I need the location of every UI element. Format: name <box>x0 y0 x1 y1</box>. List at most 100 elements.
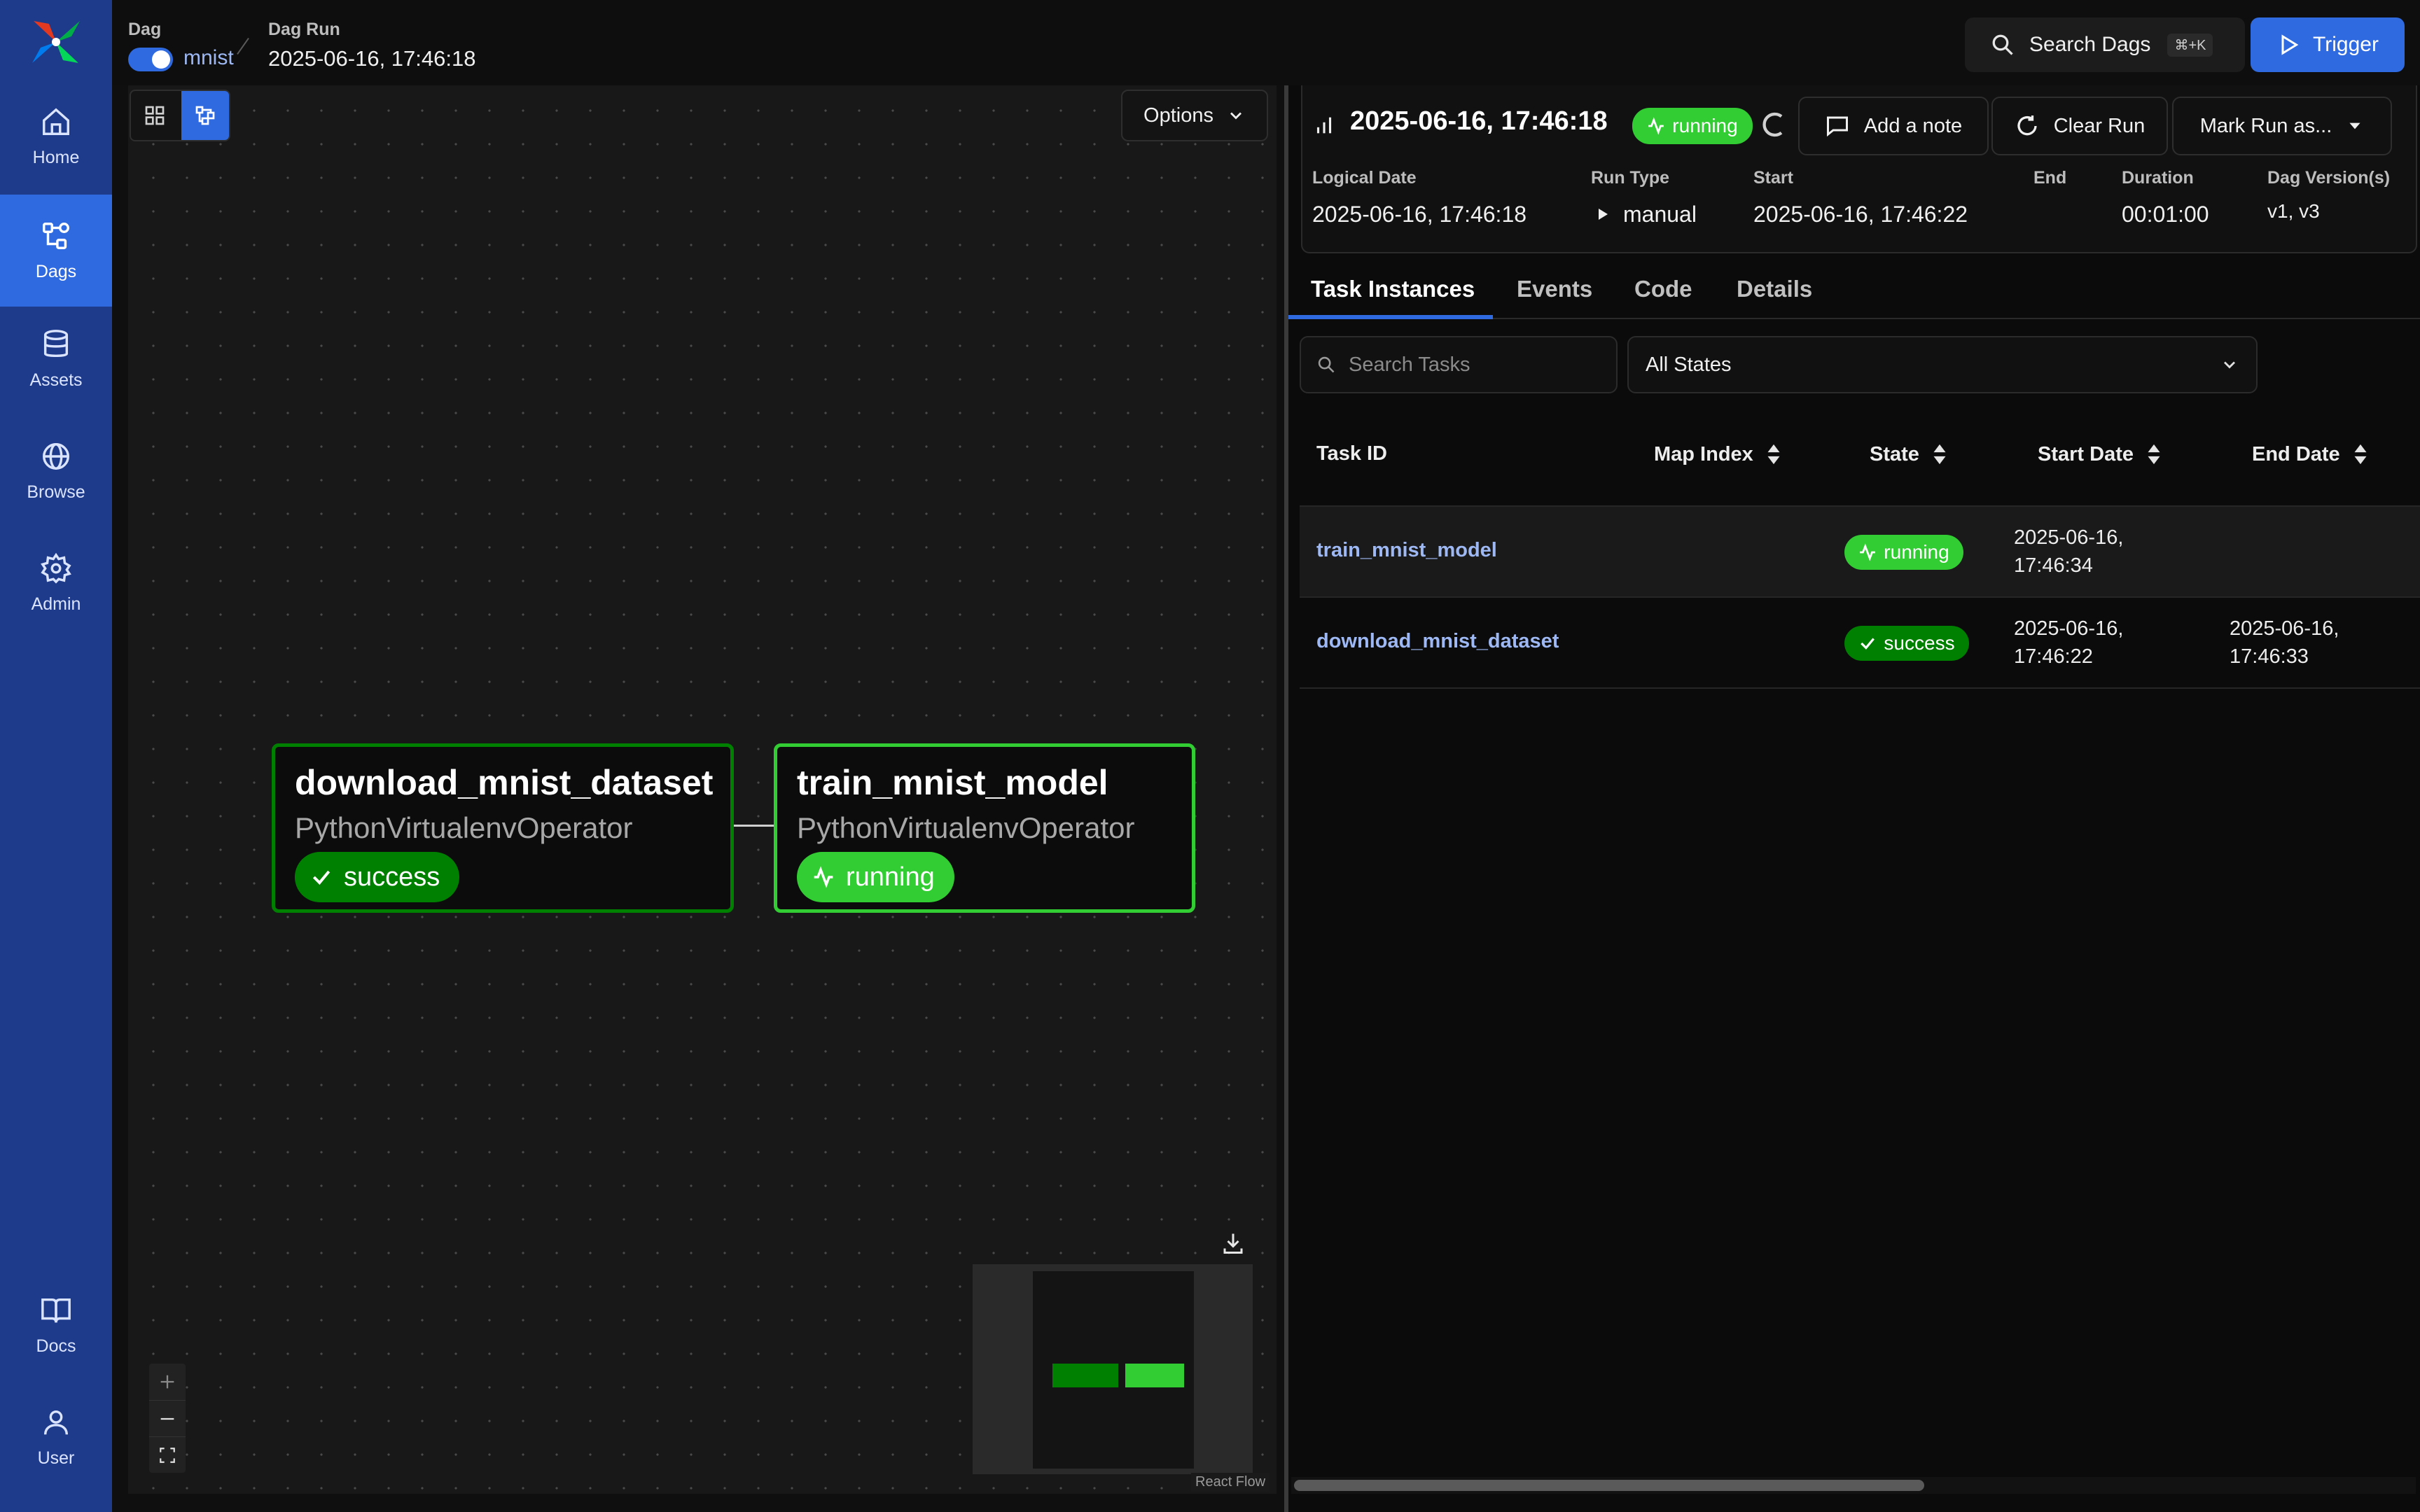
logical-date-label: Logical Date <box>1312 168 1417 188</box>
breadcrumb-run-label: Dag Run <box>268 20 340 39</box>
start-date-line-2: 17:46:34 <box>2014 554 2093 577</box>
status-badge: running <box>797 852 954 902</box>
run-status-label: running <box>1672 115 1738 136</box>
breadcrumb-dag-label: Dag <box>128 20 162 39</box>
task-node-download-mnist-dataset[interactable]: download_mnist_dataset PythonVirtualenvO… <box>272 743 734 913</box>
start-date-cell: 2025-06-16, 17:46:34 <box>2014 524 2123 580</box>
tab-details[interactable]: Details <box>1737 276 1812 302</box>
airflow-logo[interactable] <box>28 17 84 67</box>
sidebar-item-label: Admin <box>31 594 81 614</box>
sidebar-item-admin[interactable]: Admin <box>0 531 112 636</box>
caret-down-icon <box>2349 122 2360 130</box>
sidebar-item-user[interactable]: User <box>0 1385 112 1490</box>
minimap[interactable] <box>973 1264 1253 1474</box>
column-end-date[interactable]: End Date <box>2252 442 2370 466</box>
message-icon <box>1826 116 1848 137</box>
react-flow-attribution[interactable]: React Flow <box>1191 1473 1270 1492</box>
graph-view-button[interactable] <box>181 91 229 140</box>
search-icon <box>1992 34 2013 55</box>
task-node-title: train_mnist_model <box>797 763 1108 802</box>
state-filter-select[interactable]: All States <box>1627 336 2258 393</box>
task-node-operator: PythonVirtualenvOperator <box>295 811 633 844</box>
fit-view-button[interactable] <box>149 1436 186 1474</box>
active-tab-indicator <box>1288 315 1493 319</box>
sidebar-item-dags[interactable]: Dags <box>0 195 112 307</box>
sidebar-item-label: Home <box>32 147 80 167</box>
minus-icon <box>160 1418 174 1420</box>
column-label: Start Date <box>2038 442 2134 465</box>
zoom-out-button[interactable] <box>149 1400 186 1437</box>
duration-label: Duration <box>2122 168 2194 188</box>
task-id-link[interactable]: train_mnist_model <box>1316 539 1497 562</box>
search-shortcut: ⌘+K <box>2167 33 2213 57</box>
search-tasks-input[interactable]: Search Tasks <box>1300 336 1618 393</box>
scrollbar-thumb[interactable] <box>1294 1480 1924 1491</box>
status-badge: success <box>1844 626 1969 661</box>
minimap-node-download <box>1052 1364 1118 1387</box>
tab-code[interactable]: Code <box>1634 276 1692 302</box>
sidebar-item-browse[interactable]: Browse <box>0 419 112 524</box>
check-icon <box>1861 638 1875 650</box>
search-dags-label: Search Dags <box>2029 33 2151 56</box>
check-icon <box>312 870 331 885</box>
database-icon <box>43 329 69 357</box>
add-note-label: Add a note <box>1863 114 1963 137</box>
status-badge: running <box>1844 535 1963 570</box>
dag-pause-toggle[interactable] <box>128 48 173 71</box>
sidebar-item-docs[interactable]: Docs <box>0 1273 112 1378</box>
user-icon <box>43 1410 69 1434</box>
gear-icon <box>41 552 71 584</box>
clear-run-button[interactable]: Clear Run <box>1991 97 2168 155</box>
graph-canvas[interactable]: Options download_mnist_dataset PythonVir… <box>128 85 1277 1494</box>
options-label: Options <box>1143 104 1214 127</box>
end-date-line-2: 17:46:33 <box>2230 645 2309 668</box>
breadcrumb-separator <box>237 37 249 55</box>
graph-view-icon <box>195 106 215 125</box>
breadcrumb-run-value: 2025-06-16, 17:46:18 <box>268 46 476 71</box>
breadcrumb-dag-link[interactable]: mnist <box>183 46 234 70</box>
horizontal-scrollbar[interactable] <box>1291 1477 2416 1494</box>
download-image-button[interactable] <box>1221 1231 1249 1259</box>
column-start-date[interactable]: Start Date <box>2038 442 2163 466</box>
sidebar-item-assets[interactable]: Assets <box>0 307 112 412</box>
chevron-down-icon <box>1230 112 1242 120</box>
run-details-panel: 2025-06-16, 17:46:18 running Add a note … <box>1288 85 2420 1512</box>
search-icon <box>1318 356 1335 373</box>
status-label: running <box>1884 541 1949 563</box>
options-button[interactable]: Options <box>1121 90 1268 141</box>
graph-edge <box>732 825 775 827</box>
sort-icon <box>1767 444 1780 465</box>
play-icon <box>1594 206 1611 226</box>
task-node-train-mnist-model[interactable]: train_mnist_model PythonVirtualenvOperat… <box>774 743 1195 913</box>
fit-view-icon <box>160 1448 175 1463</box>
zoom-in-button[interactable] <box>149 1364 186 1400</box>
run-type-label: Run Type <box>1591 168 1670 188</box>
activity-icon <box>1648 117 1664 135</box>
column-task-id[interactable]: Task ID <box>1316 442 1387 465</box>
activity-icon <box>814 866 833 888</box>
mark-run-as-button[interactable]: Mark Run as... <box>2172 97 2392 155</box>
sidebar-item-label: Docs <box>36 1336 76 1356</box>
sidebar-item-label: Dags <box>35 261 77 281</box>
run-type-value: manual <box>1623 202 1697 227</box>
task-id-link[interactable]: download_mnist_dataset <box>1316 630 1559 653</box>
dag-version-value: v1, v3 <box>2267 200 2320 222</box>
dags-icon <box>43 222 69 249</box>
dag-version-label: Dag Version(s) <box>2267 168 2391 188</box>
chevron-down-icon <box>2224 361 2235 369</box>
tab-events[interactable]: Events <box>1517 276 1592 302</box>
trigger-label: Trigger <box>2313 33 2379 56</box>
column-state[interactable]: State <box>1870 442 1949 466</box>
tab-task-instances[interactable]: Task Instances <box>1311 276 1475 302</box>
view-toggle <box>130 90 230 141</box>
column-map-index[interactable]: Map Index <box>1654 442 1783 466</box>
add-note-button[interactable]: Add a note <box>1798 97 1989 155</box>
sidebar-item-label: User <box>37 1448 75 1468</box>
grid-view-button[interactable] <box>131 91 179 140</box>
search-dags-button[interactable]: Search Dags ⌘+K <box>1965 18 2245 72</box>
start-date-cell: 2025-06-16, 17:46:22 <box>2014 615 2123 671</box>
task-node-title: download_mnist_dataset <box>295 763 714 802</box>
sidebar-item-home[interactable]: Home <box>0 84 112 189</box>
trigger-button[interactable]: Trigger <box>2251 18 2405 72</box>
run-chart-icon <box>1312 113 1336 141</box>
